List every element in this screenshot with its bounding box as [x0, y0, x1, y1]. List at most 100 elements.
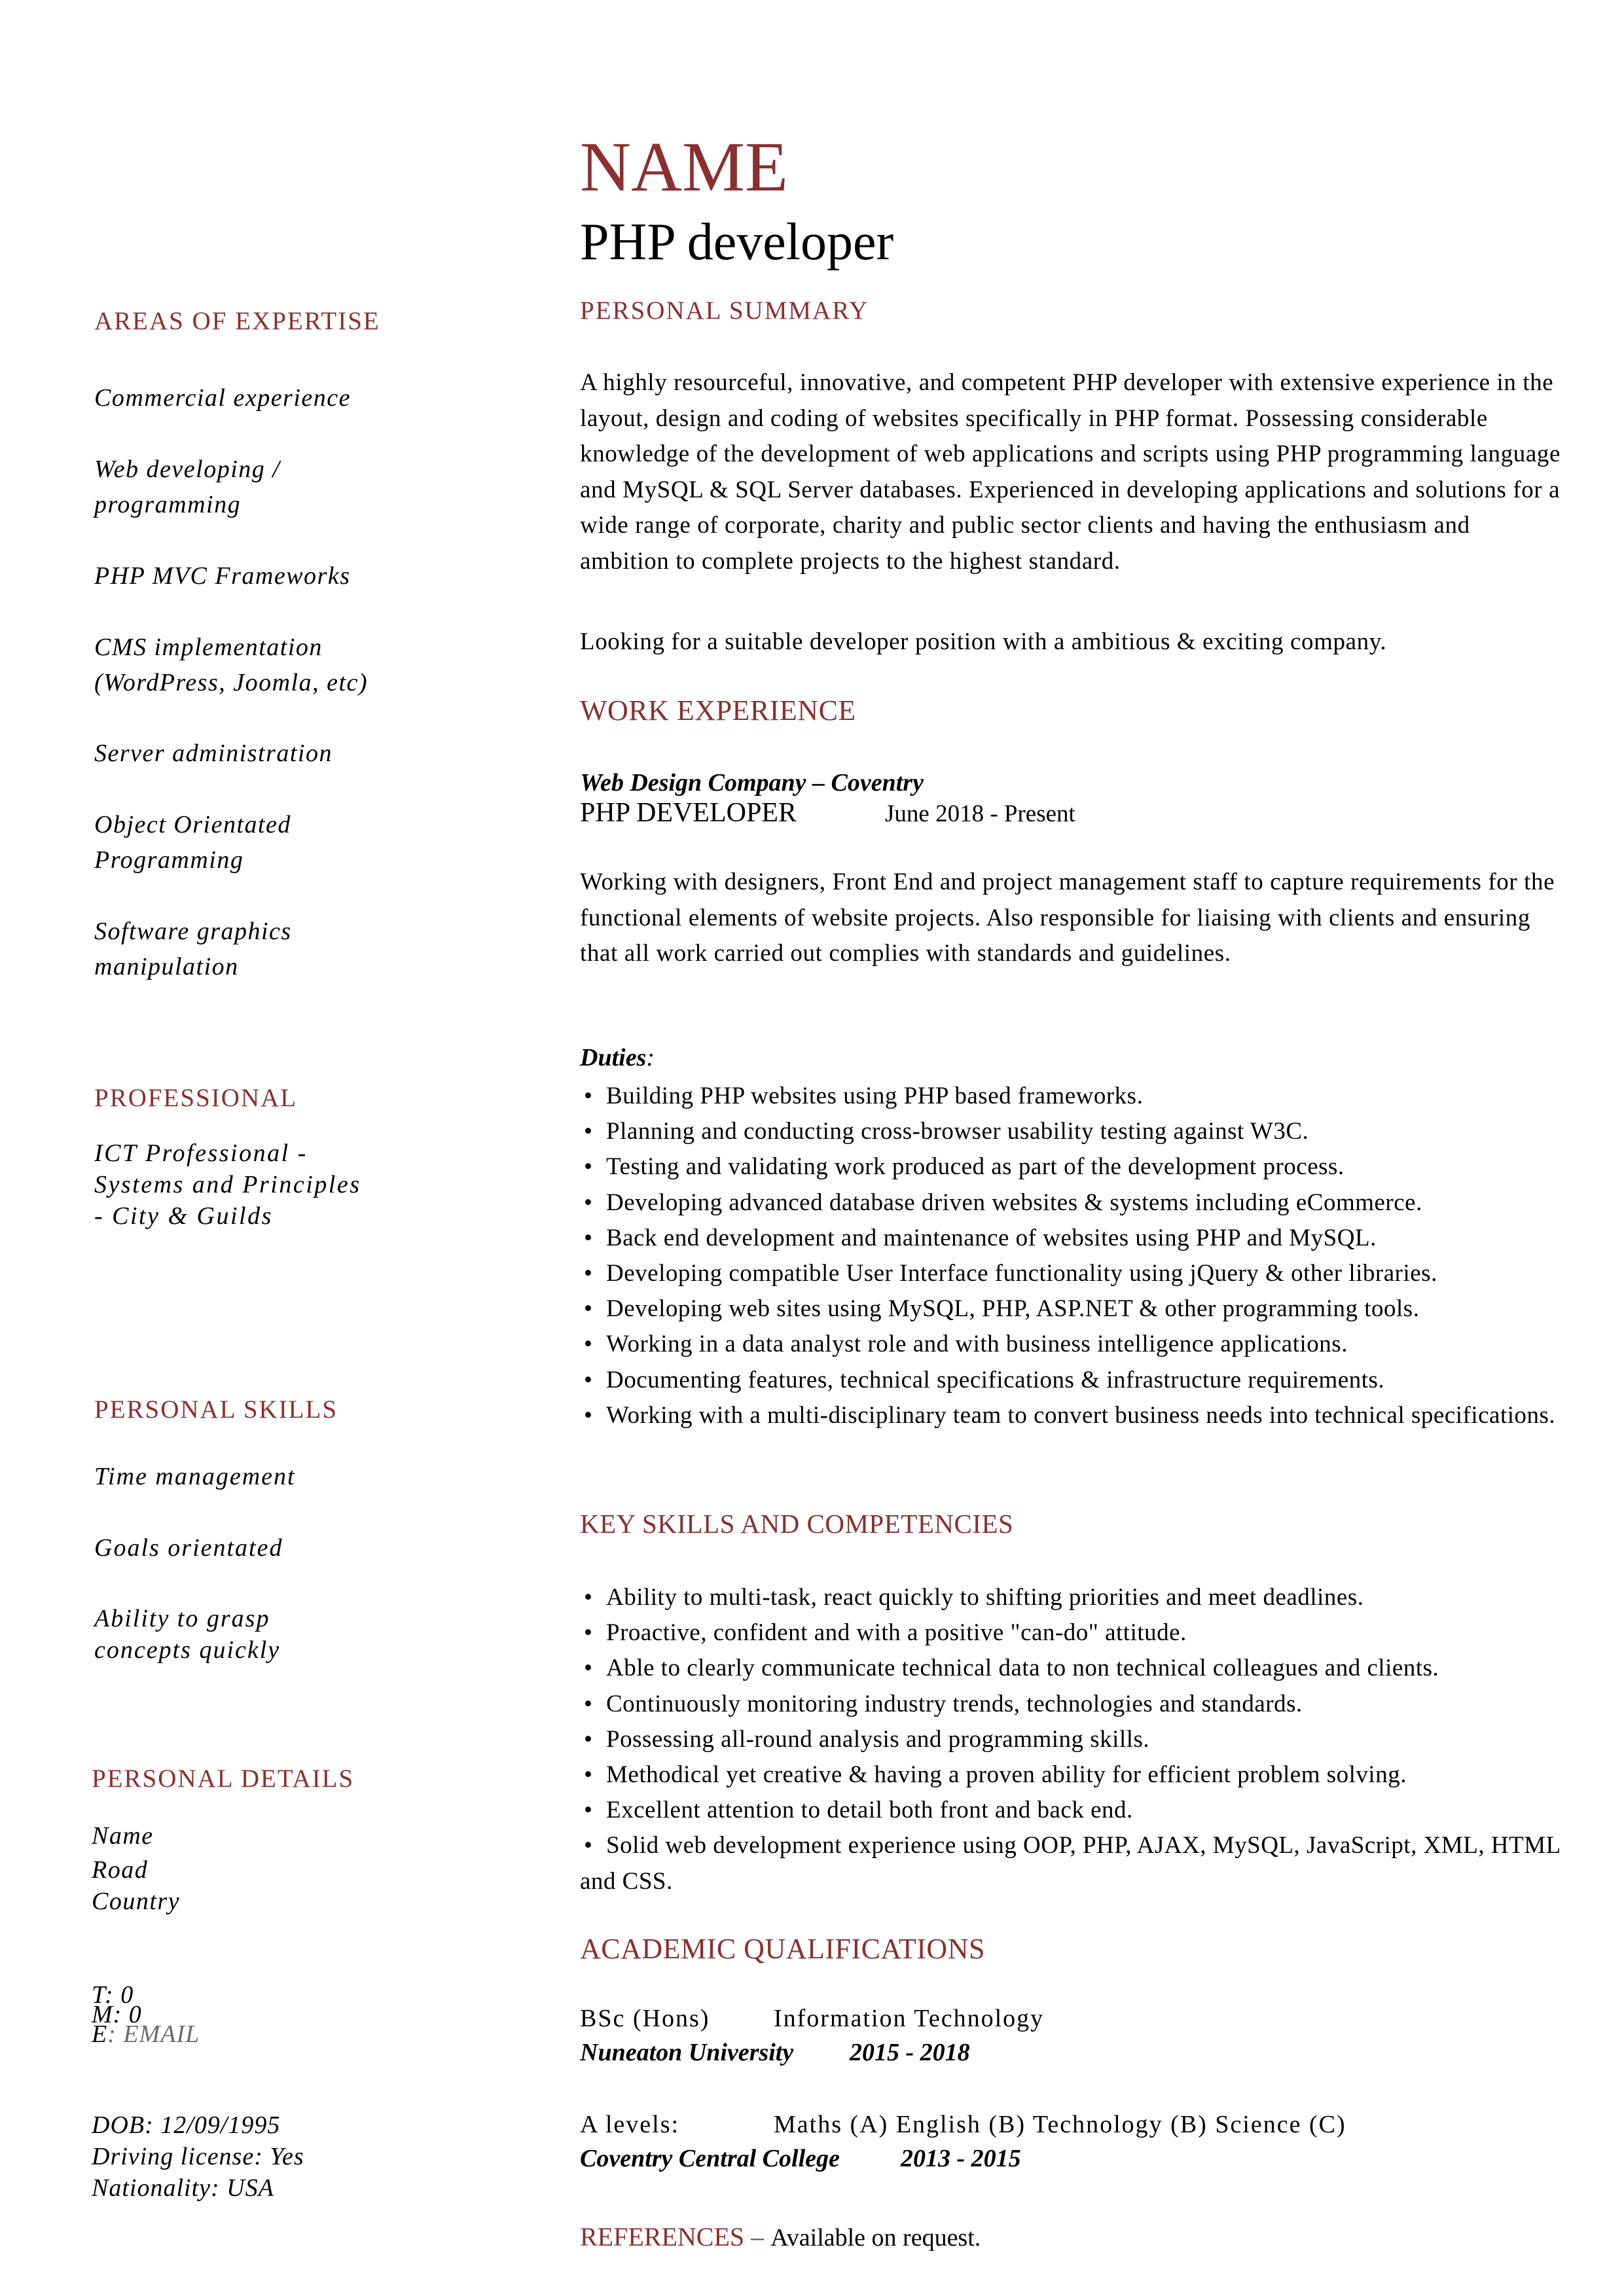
duty-item: • Planning and conducting cross-browser u… [580, 1114, 1568, 1149]
duty-item: • Back end development and maintenance of… [580, 1221, 1568, 1256]
email-label: E [92, 2020, 108, 2048]
qualification-institution: Nuneaton University [580, 2039, 794, 2066]
candidate-name: NAME [580, 128, 788, 206]
duty-item: • Building PHP websites using PHP based f… [580, 1079, 1568, 1114]
references-row: REFERENCES – Available on request. [580, 2221, 981, 2252]
job-company: Web Design Company – Coventry [580, 769, 924, 797]
duty-text: Testing and validating work produced as … [606, 1153, 1344, 1181]
qualification-level: BSc (Hons) [580, 2005, 710, 2032]
qualification-row: A levels: Maths (A) English (B) Technolo… [580, 2110, 1345, 2139]
personal-skill-item: Goals orientated [94, 1534, 283, 1562]
bullet-icon: • [584, 1224, 593, 1251]
bullet-icon: • [584, 1725, 593, 1753]
bullet-icon: • [584, 1295, 593, 1323]
bullet-icon: • [584, 1832, 593, 1859]
key-skill-text: Able to clearly communicate technical da… [606, 1655, 1439, 1682]
key-skill-text: Proactive, confident and with a positive… [606, 1619, 1187, 1647]
bullet-icon: • [584, 1690, 593, 1717]
duty-text: Working in a data analyst role and with … [606, 1331, 1348, 1358]
key-skill-item: • Possessing all-round analysis and progr… [580, 1722, 1568, 1757]
personal-skills-heading: PERSONAL SKILLS [94, 1395, 338, 1424]
key-skills-heading: KEY SKILLS AND COMPETENCIES [580, 1509, 1014, 1539]
qualification-row: BSc (Hons) Information Technology [580, 2004, 1043, 2033]
key-skill-item: • Methodical yet creative & having a prov… [580, 1757, 1568, 1793]
key-skill-item: • Ability to multi-task, react quickly to… [580, 1580, 1568, 1615]
key-skill-text: Methodical yet creative & having a prove… [606, 1761, 1407, 1789]
bullet-icon: • [584, 1083, 593, 1109]
expertise-item: CMS implementation (WordPress, Joomla, e… [94, 634, 369, 696]
duty-item: • Testing and validating work produced as… [580, 1149, 1568, 1185]
qualification-subject: Information Technology [774, 2005, 1045, 2032]
address-country: Country [92, 1888, 181, 1915]
expertise-item: PHP MVC Frameworks [94, 562, 351, 590]
personal-skill-item: Time management [94, 1463, 296, 1490]
key-skill-item: • Solid web development experience using … [580, 1828, 1568, 1899]
qualification-institution-row: Coventry Central College 2013 - 2015 [580, 2144, 1021, 2173]
professional-text: ICT Professional - Systems and Principle… [94, 1139, 361, 1230]
qualification-years: 2015 - 2018 [850, 2039, 970, 2066]
duty-text: Back end development and maintenance of … [606, 1224, 1377, 1251]
expertise-item: Software graphics manipulation [94, 918, 292, 980]
duty-item: • Documenting features, technical specifi… [580, 1363, 1568, 1398]
expertise-item: Object Orientated Programming [94, 811, 291, 874]
email-row: E: EMAIL [92, 2022, 200, 2047]
references-heading: REFERENCES [580, 2222, 745, 2251]
job-description: Working with designers, Front End and pr… [580, 869, 1555, 967]
job-role-line: PHP DEVELOPER June 2018 - Present [580, 797, 1075, 829]
key-skill-item: • Excellent attention to detail both fron… [580, 1793, 1568, 1828]
qualification-institution: Coventry Central College [580, 2145, 840, 2172]
duty-text: Working with a multi-disciplinary team t… [606, 1401, 1556, 1429]
job-dates: June 2018 - Present [885, 800, 1075, 827]
qualification-subject: Maths (A) English (B) Technology (B) Sci… [774, 2111, 1346, 2138]
key-skill-item: • Proactive, confident and with a positiv… [580, 1615, 1568, 1651]
work-experience-heading: WORK EXPERIENCE [580, 694, 856, 726]
qualification-institution-row: Nuneaton University 2015 - 2018 [580, 2038, 970, 2067]
duties-label-text: Duties [580, 1044, 647, 1071]
personal-details-heading: PERSONAL DETAILS [92, 1765, 355, 1793]
email-separator: : [107, 2020, 124, 2048]
duty-text: Developing web sites using MySQL, PHP, A… [606, 1295, 1420, 1323]
bullet-icon: • [584, 1655, 593, 1682]
personal-skill-item: Ability to grasp concepts quickly [94, 1605, 281, 1664]
key-skills-list: • Ability to multi-task, react quickly to… [580, 1580, 1568, 1899]
duty-text: Developing compatible User Interface fun… [606, 1260, 1437, 1287]
driving-license: Driving license: Yes [92, 2143, 304, 2170]
bullet-icon: • [584, 1260, 593, 1287]
email-value[interactable]: EMAIL [123, 2020, 200, 2048]
duty-text: Documenting features, technical specific… [606, 1366, 1385, 1393]
professional-heading: PROFESSIONAL [94, 1084, 298, 1112]
address-road: Road [92, 1856, 149, 1884]
summary-paragraph: A highly resourceful, innovative, and co… [580, 369, 1561, 575]
bullet-icon: • [584, 1331, 593, 1358]
bullet-icon: • [584, 1366, 593, 1393]
duty-item: • Working in a data analyst role and with… [580, 1327, 1568, 1362]
personal-summary-heading: PERSONAL SUMMARY [580, 296, 869, 325]
duty-text: Building PHP websites using PHP based fr… [606, 1083, 1144, 1109]
duty-item: • Developing advanced database driven web… [580, 1185, 1568, 1221]
summary-objective: Looking for a suitable developer positio… [580, 628, 1387, 655]
duty-item: • Developing compatible User Interface fu… [580, 1256, 1568, 1291]
bullet-icon: • [584, 1584, 593, 1611]
duties-label: Duties: [580, 1043, 655, 1072]
references-separator: – [744, 2222, 771, 2251]
date-of-birth: DOB: 12/09/1995 [92, 2111, 281, 2139]
expertise-item: Commercial experience [94, 384, 351, 412]
areas-of-expertise-heading: AREAS OF EXPERTISE [94, 307, 380, 335]
bullet-icon: • [584, 1118, 593, 1145]
address-name: Name [92, 1822, 154, 1850]
key-skill-item: • Able to clearly communicate technical d… [580, 1651, 1568, 1686]
duty-item: • Developing web sites using MySQL, PHP, … [580, 1291, 1568, 1327]
bullet-icon: • [584, 1797, 593, 1824]
bullet-icon: • [584, 1401, 593, 1429]
duties-list: • Building PHP websites using PHP based f… [580, 1079, 1568, 1433]
key-skill-item: • Continuously monitoring industry trends… [580, 1687, 1568, 1722]
academic-qualifications-heading: ACADEMIC QUALIFICATIONS [580, 1933, 985, 1965]
job-role: PHP DEVELOPER [580, 798, 797, 828]
key-skill-text: Solid web development experience using O… [580, 1832, 1561, 1895]
key-skill-text: Ability to multi-task, react quickly to … [606, 1584, 1364, 1611]
bullet-icon: • [584, 1761, 593, 1789]
duty-text: Developing advanced database driven webs… [606, 1189, 1422, 1216]
bullet-icon: • [584, 1153, 593, 1181]
key-skill-text: Possessing all-round analysis and progra… [606, 1725, 1150, 1753]
duty-item: • Working with a multi-disciplinary team … [580, 1398, 1568, 1433]
